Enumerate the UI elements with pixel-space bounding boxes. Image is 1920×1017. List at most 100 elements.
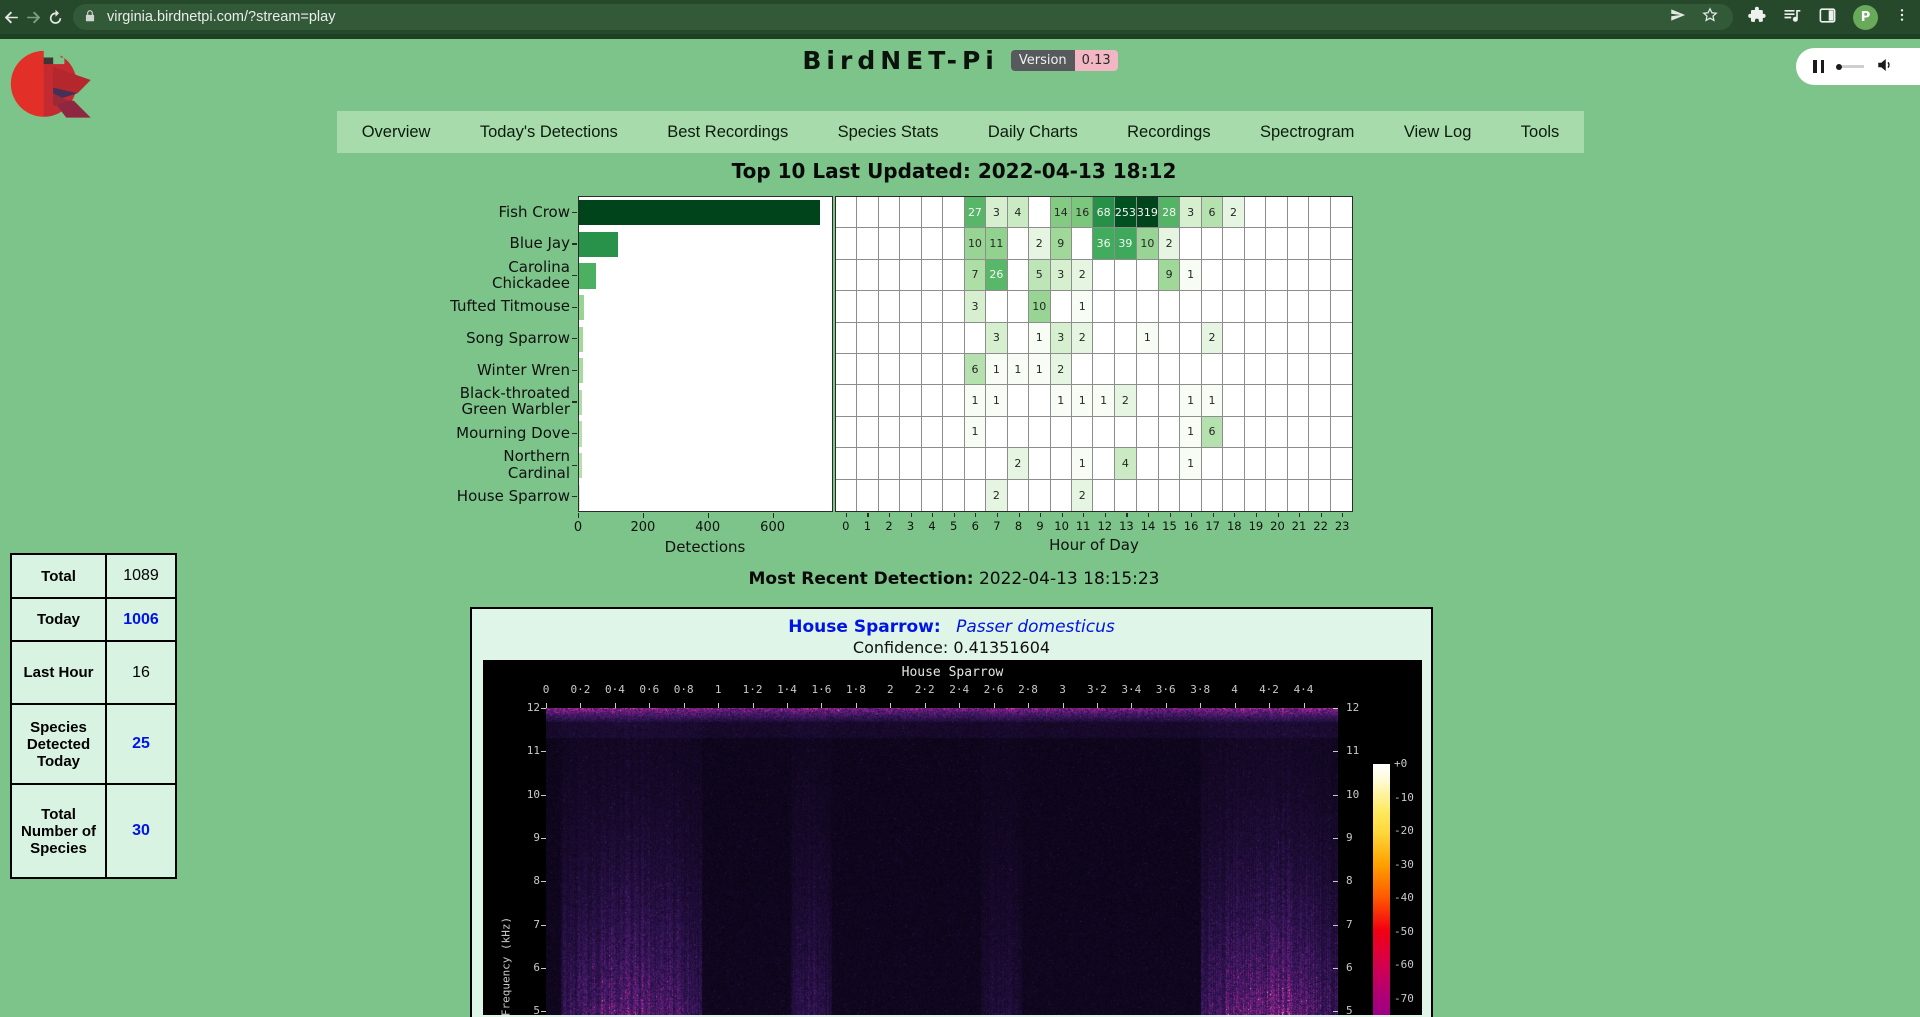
heatmap-cell [1245, 323, 1266, 354]
bar-winter-wren [579, 358, 583, 383]
spectrogram-time-tick [753, 703, 754, 708]
heatmap-cell: 10 [1029, 291, 1050, 322]
heatmap-cell: 6 [965, 354, 986, 385]
heatmap-cell: 28 [1159, 197, 1180, 228]
stats-value-text[interactable]: 25 [132, 735, 150, 752]
heatmap-cell [1180, 323, 1201, 354]
extensions-icon[interactable] [1747, 6, 1766, 29]
spectrogram-freq-label-right: 7 [1346, 918, 1372, 931]
stats-label: Species Detected Today [11, 704, 106, 784]
y-tick-mark [572, 433, 577, 434]
audio-player[interactable] [1796, 48, 1920, 85]
heatmap-cell [857, 197, 878, 228]
spectrogram-freq-tick [1333, 708, 1338, 709]
spectrogram-freq-label-right: 8 [1346, 874, 1372, 887]
nav-recordings[interactable]: Recordings [1127, 123, 1210, 142]
heatmap-hour-label: 16 [1184, 519, 1199, 533]
spectrogram-time-label: 2 [887, 683, 894, 696]
stats-value-text[interactable]: 1006 [123, 611, 159, 628]
heatmap-cell [1223, 354, 1244, 385]
spectrogram-freq-label-right: 12 [1346, 701, 1372, 714]
seek-bar[interactable] [1836, 64, 1864, 70]
pause-icon[interactable] [1813, 60, 1824, 73]
send-icon[interactable] [1669, 6, 1687, 28]
heatmap-cell [1115, 480, 1137, 511]
spectrogram-time-tick [546, 703, 547, 708]
heatmap-cell: 36 [1093, 228, 1114, 259]
heatmap-cell [986, 291, 1007, 322]
heatmap-cell [943, 354, 964, 385]
heatmap-cell [1008, 417, 1029, 448]
stats-table: Total1089Today1006Last Hour16Species Det… [10, 553, 177, 879]
heatmap-cell [1309, 480, 1330, 511]
spectrogram-freq-tick [541, 838, 546, 839]
menu-icon[interactable] [1894, 7, 1910, 27]
spectrogram-freq-label-right: 10 [1346, 788, 1372, 801]
bar-house-sparrow [579, 485, 580, 510]
heatmap-hour-label: 1 [864, 519, 871, 533]
heatmap-cell [943, 480, 964, 511]
spectrogram-freq-tick [541, 925, 546, 926]
reload-icon[interactable] [45, 2, 67, 32]
heatmap-cell [1115, 291, 1137, 322]
heatmap-hour-label: 21 [1292, 519, 1307, 533]
y-tick-mark [572, 275, 577, 276]
heatmap-cell [1137, 448, 1159, 479]
heatmap-cell [1029, 385, 1050, 416]
spectrogram-freq-label-right: 6 [1346, 961, 1372, 974]
heatmap-cell [922, 291, 943, 322]
sidebar-icon[interactable] [1818, 6, 1837, 29]
back-icon[interactable] [0, 2, 22, 32]
url-bar[interactable]: virginia.birdnetpi.com/?stream=play [73, 4, 1733, 30]
most-recent-label: Most Recent Detection: [748, 569, 973, 589]
heatmap-cell [836, 385, 857, 416]
detection-species-name[interactable]: House Sparrow: [788, 617, 940, 637]
spectrogram-time-tick [1063, 703, 1064, 708]
speaker-icon[interactable] [1876, 56, 1894, 78]
media-playlist-icon[interactable] [1782, 5, 1802, 29]
heatmap-cell [836, 291, 857, 322]
heatmap-cell [1331, 480, 1352, 511]
heatmap-hour-label: 0 [842, 519, 849, 533]
forward-icon[interactable] [22, 2, 44, 32]
stats-value-text[interactable]: 30 [132, 822, 150, 839]
heatmap-cell [1115, 354, 1137, 385]
heatmap-cell [1266, 291, 1287, 322]
heatmap-cell: 1 [1093, 385, 1114, 416]
heatmap-hour-label: 6 [972, 519, 979, 533]
nav-view-log[interactable]: View Log [1404, 123, 1472, 142]
nav-tools[interactable]: Tools [1521, 123, 1560, 142]
heatmap-cell [1245, 228, 1266, 259]
heatmap-cell [1266, 385, 1287, 416]
nav-best-recordings[interactable]: Best Recordings [667, 123, 788, 142]
spectrogram-time-tick [787, 703, 788, 708]
spectrogram-freq-tick [1333, 968, 1338, 969]
heatmap-cell [879, 197, 900, 228]
heatmap-hour-label: 13 [1119, 519, 1134, 533]
heatmap-cell [1223, 385, 1244, 416]
colorbar-db-label: -40 [1394, 891, 1414, 904]
bar-chart-category-label: Mourning Dove [385, 425, 570, 442]
heatmap-cell [1202, 480, 1223, 511]
heatmap-cell [1245, 480, 1266, 511]
detection-scientific-name: Passer domesticus [956, 617, 1115, 637]
star-icon[interactable] [1701, 6, 1719, 28]
heatmap-cell: 1 [986, 385, 1007, 416]
spectrogram-freq-label-left: 7 [514, 918, 540, 931]
nav-daily-charts[interactable]: Daily Charts [988, 123, 1078, 142]
nav-todays-detections[interactable]: Today's Detections [480, 123, 618, 142]
spectrogram-time-tick [856, 703, 857, 708]
nav-overview[interactable]: Overview [362, 123, 431, 142]
heatmap-cell [1051, 417, 1072, 448]
colorbar-db-label: -20 [1394, 824, 1414, 837]
nav-spectrogram[interactable]: Spectrogram [1260, 123, 1354, 142]
url-text[interactable]: virginia.birdnetpi.com/?stream=play [107, 9, 1669, 25]
heatmap-cell [1180, 354, 1201, 385]
heatmap-cell [1331, 291, 1352, 322]
heatmap-cell [1137, 354, 1159, 385]
heatmap-cell [1159, 385, 1180, 416]
heatmap-cell [1309, 228, 1330, 259]
nav-species-stats[interactable]: Species Stats [838, 123, 939, 142]
page-header: BirdNET-Pi Version 0.13 [0, 46, 1920, 75]
avatar[interactable]: P [1853, 5, 1878, 30]
